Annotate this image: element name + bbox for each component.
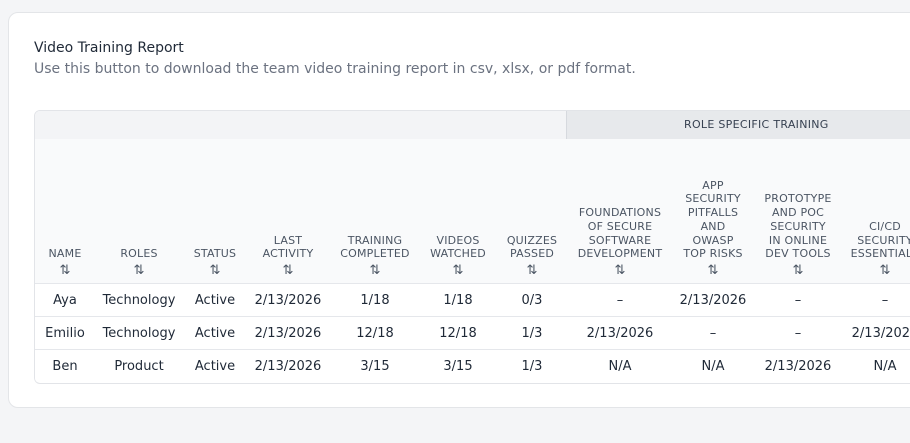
table-cell: 12/18 xyxy=(356,326,394,341)
table-cell: 12/18 xyxy=(439,326,477,341)
table-row: Aya Technology Active 2/13/2026 1/18 1/18 0/3–… xyxy=(35,283,910,316)
column-header-last-activity[interactable]: LAST ACTIVITY ⇅ xyxy=(245,234,331,279)
column-header-label: TRAINING COMPLETED xyxy=(340,233,410,261)
table-header-row: NAME ⇅ ROLES ⇅ STATUS ⇅ LAST ACTIVITY ⇅ TRAINING C… xyxy=(35,139,910,283)
column-header-training-completed[interactable]: TRAINING COMPLETED ⇅ xyxy=(333,234,417,279)
column-header-label: ROLES xyxy=(120,247,158,261)
table-cell: N/A xyxy=(608,359,632,374)
table-cell: Technology xyxy=(102,326,176,341)
column-header-status[interactable]: STATUS ⇅ xyxy=(182,247,248,279)
column-header-app-security-pitfalls-and-owasp-top-risks[interactable]: APP SECURITY PITFALLS AND OWASP TOP RISKS ⇅ xyxy=(673,179,753,279)
table-cell: N/A xyxy=(873,359,897,374)
column-header-label: QUIZZES PASSED xyxy=(506,233,558,261)
sort-arrows-icon[interactable]: ⇅ xyxy=(182,262,248,279)
column-header-foundations-of-secure-software-development[interactable]: FOUNDATIONS OF SECURE SOFTWARE DEVELOPMENT ⇅ xyxy=(572,206,668,279)
column-group-role-specific: ROLE SPECIFIC TRAINING xyxy=(566,111,910,139)
sort-arrows-icon[interactable]: ⇅ xyxy=(245,262,331,279)
column-header-videos-watched[interactable]: VIDEOS WATCHED ⇅ xyxy=(421,234,495,279)
table-cell: 1/18 xyxy=(360,293,390,308)
report-title: Video Training Report xyxy=(34,40,184,56)
sort-arrows-icon[interactable]: ⇅ xyxy=(673,262,753,279)
table-cell: 2/13/2026 xyxy=(586,326,654,341)
column-group-empty xyxy=(35,111,566,139)
training-report-table: ROLE SPECIFIC TRAINING NAME ⇅ ROLES ⇅ STATUS… xyxy=(34,110,910,384)
table-row: Ben Product Active 2/13/2026 3/15 3/15 1/3 N/A N… xyxy=(35,349,910,382)
report-description: Use this button to download the team vid… xyxy=(34,61,636,77)
sort-arrows-icon[interactable]: ⇅ xyxy=(96,262,182,279)
column-header-ci-cd-security-essentials[interactable]: CI/CDSECURITYESSENTIALS⇅ xyxy=(845,220,910,279)
column-header-label: NAME xyxy=(48,247,82,261)
table-cell: 2/13/2026 xyxy=(254,326,322,341)
table-cell: 2/13/2026 xyxy=(851,326,910,341)
table-cell: 2/13/2026 xyxy=(764,359,832,374)
sort-arrows-icon[interactable]: ⇅ xyxy=(572,262,668,279)
table-cell: Product xyxy=(114,359,164,374)
table-cell: 1/3 xyxy=(521,326,543,341)
table-cell: 1/18 xyxy=(443,293,473,308)
sort-arrows-icon[interactable]: ⇅ xyxy=(333,262,417,279)
table-cell: – xyxy=(794,293,802,308)
column-header-name[interactable]: NAME ⇅ xyxy=(35,247,95,279)
sort-arrows-icon[interactable]: ⇅ xyxy=(756,262,840,279)
column-header-label: VIDEOS WATCHED xyxy=(430,233,486,261)
table-row: Emilio Technology Active 2/13/2026 12/18 12/1… xyxy=(35,316,910,349)
column-header-label: PROTOTYPE AND POC SECURITY IN ONLINE DEV TOO… xyxy=(764,192,832,261)
table-cell: – xyxy=(881,293,889,308)
table-cell: 2/13/2026 xyxy=(679,293,747,308)
table-cell: 3/15 xyxy=(360,359,390,374)
table-cell: Technology xyxy=(102,293,176,308)
column-header-label: FOUNDATIONS OF SECURE SOFTWARE DEVELOPMENT xyxy=(577,206,663,261)
sort-arrows-icon[interactable]: ⇅ xyxy=(845,262,910,279)
table-cell: N/A xyxy=(701,359,725,374)
table-cell: – xyxy=(709,326,717,341)
column-group-label: ROLE SPECIFIC TRAINING xyxy=(684,118,829,131)
sort-arrows-icon[interactable]: ⇅ xyxy=(421,262,495,279)
table-cell: 3/15 xyxy=(443,359,473,374)
table-cell: 2/13/2026 xyxy=(254,293,322,308)
table-cell: 1/3 xyxy=(521,359,543,374)
column-header-label: STATUS xyxy=(193,247,237,261)
sort-arrows-icon[interactable]: ⇅ xyxy=(35,262,95,279)
column-header-prototype-and-poc-security-in-online-dev-tools[interactable]: PROTOTYPE AND POC SECURITY IN ONLINE DEV TOO… xyxy=(756,192,840,279)
column-header-label: LAST ACTIVITY xyxy=(262,233,314,261)
column-header-quizzes-passed[interactable]: QUIZZES PASSED ⇅ xyxy=(497,234,567,279)
column-header-roles[interactable]: ROLES ⇅ xyxy=(96,247,182,279)
table-cell: – xyxy=(616,293,624,308)
column-group-row: ROLE SPECIFIC TRAINING xyxy=(35,111,910,139)
table-cell: – xyxy=(794,326,802,341)
column-header-label: CI/CDSECURITYESSENTIALS xyxy=(850,219,910,261)
column-header-label: APP SECURITY PITFALLS AND OWASP TOP RISKS xyxy=(683,178,743,261)
table-cell: 2/13/2026 xyxy=(254,359,322,374)
video-training-report-card: Video Training Report Use this button to… xyxy=(8,12,910,408)
sort-arrows-icon[interactable]: ⇅ xyxy=(497,262,567,279)
table-cell: 0/3 xyxy=(521,293,543,308)
